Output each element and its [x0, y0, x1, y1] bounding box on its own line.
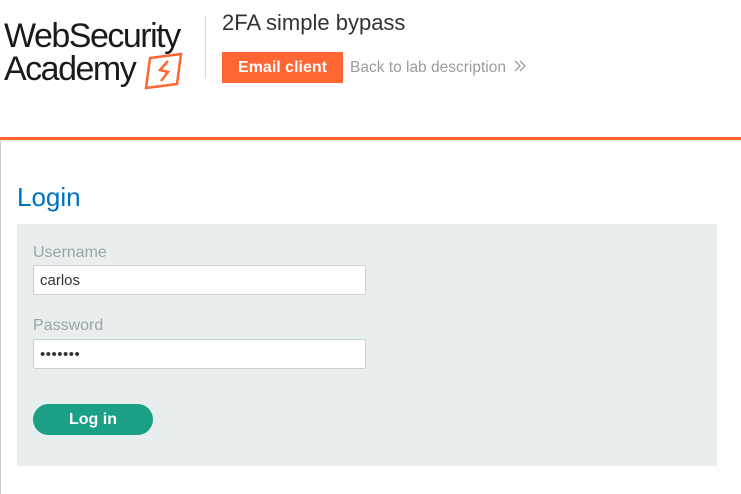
lab-header: WebSecurity Academy 2FA simple bypass Em… — [0, 0, 741, 137]
logo-graphic: WebSecurity Academy — [4, 17, 183, 90]
double-chevron-right-icon — [514, 59, 526, 77]
back-link-label: Back to lab description — [350, 59, 506, 76]
page-title: Login — [17, 182, 81, 212]
back-to-lab-description-link[interactable]: Back to lab description — [350, 59, 526, 77]
logo-lightning-mark — [144, 52, 183, 90]
password-label: Password — [33, 317, 104, 334]
header-divider — [205, 16, 206, 78]
web-security-academy-logo[interactable]: WebSecurity Academy — [3, 14, 203, 90]
log-in-button[interactable]: Log in — [33, 404, 153, 435]
lab-title: 2FA simple bypass — [222, 10, 406, 35]
header-grey-rule — [0, 140, 741, 141]
email-client-button[interactable]: Email client — [222, 52, 343, 83]
username-input[interactable] — [33, 265, 366, 295]
username-label: Username — [33, 244, 107, 261]
login-form: Username Password Log in — [17, 224, 717, 466]
logo-line2: Academy — [4, 50, 137, 88]
password-input[interactable] — [33, 339, 366, 369]
